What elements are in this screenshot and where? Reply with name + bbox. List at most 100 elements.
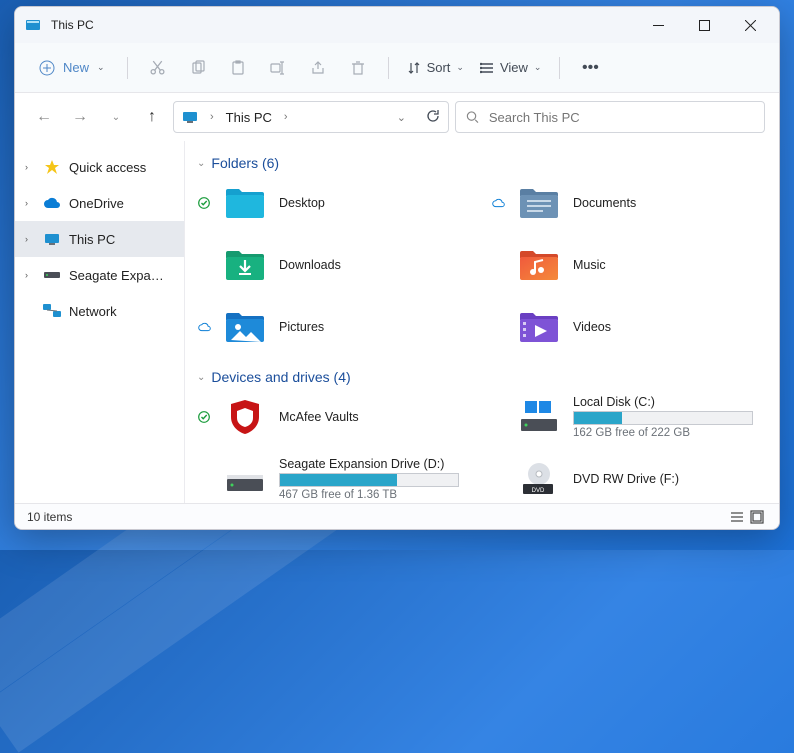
address-bar[interactable]: › This PC › ⌄ — [173, 101, 449, 133]
sort-label: Sort — [427, 60, 451, 75]
drive-icon — [43, 266, 61, 284]
close-button[interactable] — [727, 10, 773, 40]
chevron-right-icon: › — [280, 111, 292, 123]
view-button[interactable]: View ⌄ — [474, 56, 548, 79]
nav-row: ← → ⌄ ↑ › This PC › ⌄ — [15, 93, 779, 141]
rename-button[interactable] — [260, 53, 296, 83]
drive-tile-mcafee[interactable]: McAfee Vaults — [197, 395, 473, 439]
folders-grid: Desktop Documents Downloads — [197, 181, 767, 349]
folder-tile-desktop[interactable]: Desktop — [197, 181, 473, 225]
view-details-button[interactable] — [727, 507, 747, 527]
new-button[interactable]: New ⌄ — [29, 54, 115, 82]
refresh-button[interactable] — [426, 109, 440, 126]
sidebar-item-onedrive[interactable]: › OneDrive — [15, 185, 184, 221]
folder-name: Desktop — [279, 196, 325, 210]
drive-tile-dvd[interactable]: DVD DVD RW Drive (F:) — [491, 457, 767, 501]
external-drive-icon — [225, 459, 265, 499]
folder-tile-videos[interactable]: Videos — [491, 305, 767, 349]
drive-tile-local-c[interactable]: Local Disk (C:) 162 GB free of 222 GB — [491, 395, 767, 439]
local-disk-icon — [519, 397, 559, 437]
folder-tile-pictures[interactable]: Pictures — [197, 305, 473, 349]
drive-name: DVD RW Drive (F:) — [573, 472, 679, 486]
chevron-down-icon: ⌄ — [534, 62, 542, 73]
titlebar: This PC — [15, 7, 779, 43]
search-input[interactable] — [489, 110, 754, 125]
address-crumb[interactable]: This PC — [226, 110, 272, 125]
sidebar-label: Seagate Expansion Drive (D:) — [69, 268, 164, 283]
sidebar-label: Network — [69, 304, 117, 319]
desktop-icon — [225, 183, 265, 223]
chevron-down-icon: ⌄ — [97, 62, 105, 73]
sidebar-label: Quick access — [69, 160, 146, 175]
overflow-button[interactable]: ••• — [572, 53, 608, 83]
copy-button[interactable] — [180, 53, 216, 83]
chevron-right-icon: › — [25, 270, 35, 280]
chevron-right-icon: › — [206, 111, 218, 123]
sidebar-item-seagate[interactable]: › Seagate Expansion Drive (D:) — [15, 257, 184, 293]
section-header-folders[interactable]: ⌄ Folders (6) — [197, 155, 767, 171]
cloud-status-icon — [197, 322, 211, 332]
drive-free-space: 162 GB free of 222 GB — [573, 427, 753, 439]
toolbar: New ⌄ Sort ⌄ View ⌄ ••• — [15, 43, 779, 93]
minimize-button[interactable] — [635, 10, 681, 40]
delete-button[interactable] — [340, 53, 376, 83]
divider — [559, 57, 560, 79]
monitor-icon — [43, 230, 61, 248]
folder-tile-downloads[interactable]: Downloads — [197, 243, 473, 287]
drive-tile-seagate[interactable]: Seagate Expansion Drive (D:) 467 GB free… — [197, 457, 473, 501]
window-title: This PC — [51, 18, 635, 32]
sidebar-item-network[interactable]: › Network — [15, 293, 184, 329]
sidebar-item-quick-access[interactable]: › Quick access — [15, 149, 184, 185]
back-button[interactable]: ← — [29, 102, 59, 132]
cut-button[interactable] — [140, 53, 176, 83]
view-label: View — [500, 60, 528, 75]
pictures-icon — [225, 307, 265, 347]
paste-button[interactable] — [220, 53, 256, 83]
sort-button[interactable]: Sort ⌄ — [401, 56, 470, 79]
svg-text:DVD: DVD — [532, 488, 545, 494]
search-icon — [466, 110, 479, 124]
dvd-drive-icon: DVD — [519, 459, 559, 499]
sidebar-item-this-pc[interactable]: › This PC — [15, 221, 184, 257]
folder-name: Downloads — [279, 258, 341, 272]
mcafee-icon — [225, 397, 265, 437]
new-label: New — [63, 60, 89, 75]
drive-free-space: 467 GB free of 1.36 TB — [279, 489, 459, 501]
view-tiles-button[interactable] — [747, 507, 767, 527]
forward-button[interactable]: → — [65, 102, 95, 132]
chevron-down-icon: ⌄ — [456, 62, 464, 73]
section-title: Folders (6) — [211, 155, 279, 171]
chevron-right-icon: › — [25, 162, 35, 172]
chevron-right-icon: › — [25, 234, 35, 244]
documents-icon — [519, 183, 559, 223]
status-bar: 10 items — [15, 503, 779, 529]
chevron-right-icon: › — [25, 198, 35, 208]
drive-usage-bar — [279, 473, 459, 487]
music-icon — [519, 245, 559, 285]
chevron-down-icon: ⌄ — [197, 158, 205, 169]
folder-tile-music[interactable]: Music — [491, 243, 767, 287]
drive-usage-bar — [573, 411, 753, 425]
sidebar-label: This PC — [69, 232, 115, 247]
folder-tile-documents[interactable]: Documents — [491, 181, 767, 225]
drives-grid: McAfee Vaults Local Disk (C:) 162 GB fre… — [197, 395, 767, 501]
chevron-down-icon: ⌄ — [197, 372, 205, 383]
chevron-down-icon[interactable]: ⌄ — [393, 111, 410, 124]
section-header-drives[interactable]: ⌄ Devices and drives (4) — [197, 369, 767, 385]
search-box[interactable] — [455, 101, 765, 133]
file-explorer-window: This PC New ⌄ Sort ⌄ View ⌄ ••• — [14, 6, 780, 530]
sync-status-icon — [197, 197, 211, 209]
recent-dropdown[interactable]: ⌄ — [101, 102, 131, 132]
sidebar-label: OneDrive — [69, 196, 124, 211]
folder-name: Music — [573, 258, 606, 272]
share-button[interactable] — [300, 53, 336, 83]
drive-name: McAfee Vaults — [279, 410, 359, 424]
cloud-icon — [43, 194, 61, 212]
divider — [127, 57, 128, 79]
maximize-button[interactable] — [681, 10, 727, 40]
drive-name: Local Disk (C:) — [573, 395, 753, 409]
network-icon — [43, 302, 61, 320]
content-body: › Quick access › OneDrive › This PC › Se… — [15, 141, 779, 503]
up-button[interactable]: ↑ — [137, 102, 167, 132]
downloads-icon — [225, 245, 265, 285]
